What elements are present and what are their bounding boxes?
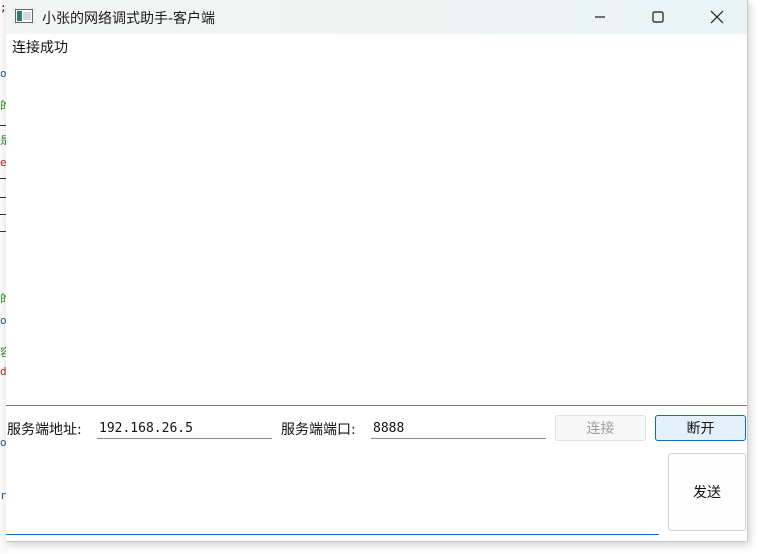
minimize-icon xyxy=(595,16,605,18)
server-port-label: 服务端端口: xyxy=(281,422,356,438)
server-address-label: 服务端地址: xyxy=(7,422,82,438)
send-button[interactable]: 发送 xyxy=(668,453,746,531)
close-button[interactable] xyxy=(688,0,746,34)
maximize-icon xyxy=(652,11,664,23)
title-bar[interactable]: 小张的网络调式助手-客户端 xyxy=(6,0,747,34)
receive-text-area[interactable]: 连接成功 xyxy=(6,35,747,406)
client-window: 小张的网络调式助手-客户端 连接成功 服务端地址: 服务端端口: 连接 断开 发… xyxy=(6,0,748,542)
window-title: 小张的网络调式助手-客户端 xyxy=(42,11,216,27)
send-text-input[interactable] xyxy=(6,450,659,535)
connect-button[interactable]: 连接 xyxy=(555,415,646,441)
disconnect-button[interactable]: 断开 xyxy=(655,415,746,441)
server-port-input[interactable] xyxy=(371,416,546,439)
app-icon xyxy=(15,9,33,23)
receive-text: 连接成功 xyxy=(12,40,68,56)
server-address-input[interactable] xyxy=(97,416,272,439)
maximize-button[interactable] xyxy=(629,0,687,34)
minimize-button[interactable] xyxy=(571,0,629,34)
close-icon xyxy=(710,10,724,24)
